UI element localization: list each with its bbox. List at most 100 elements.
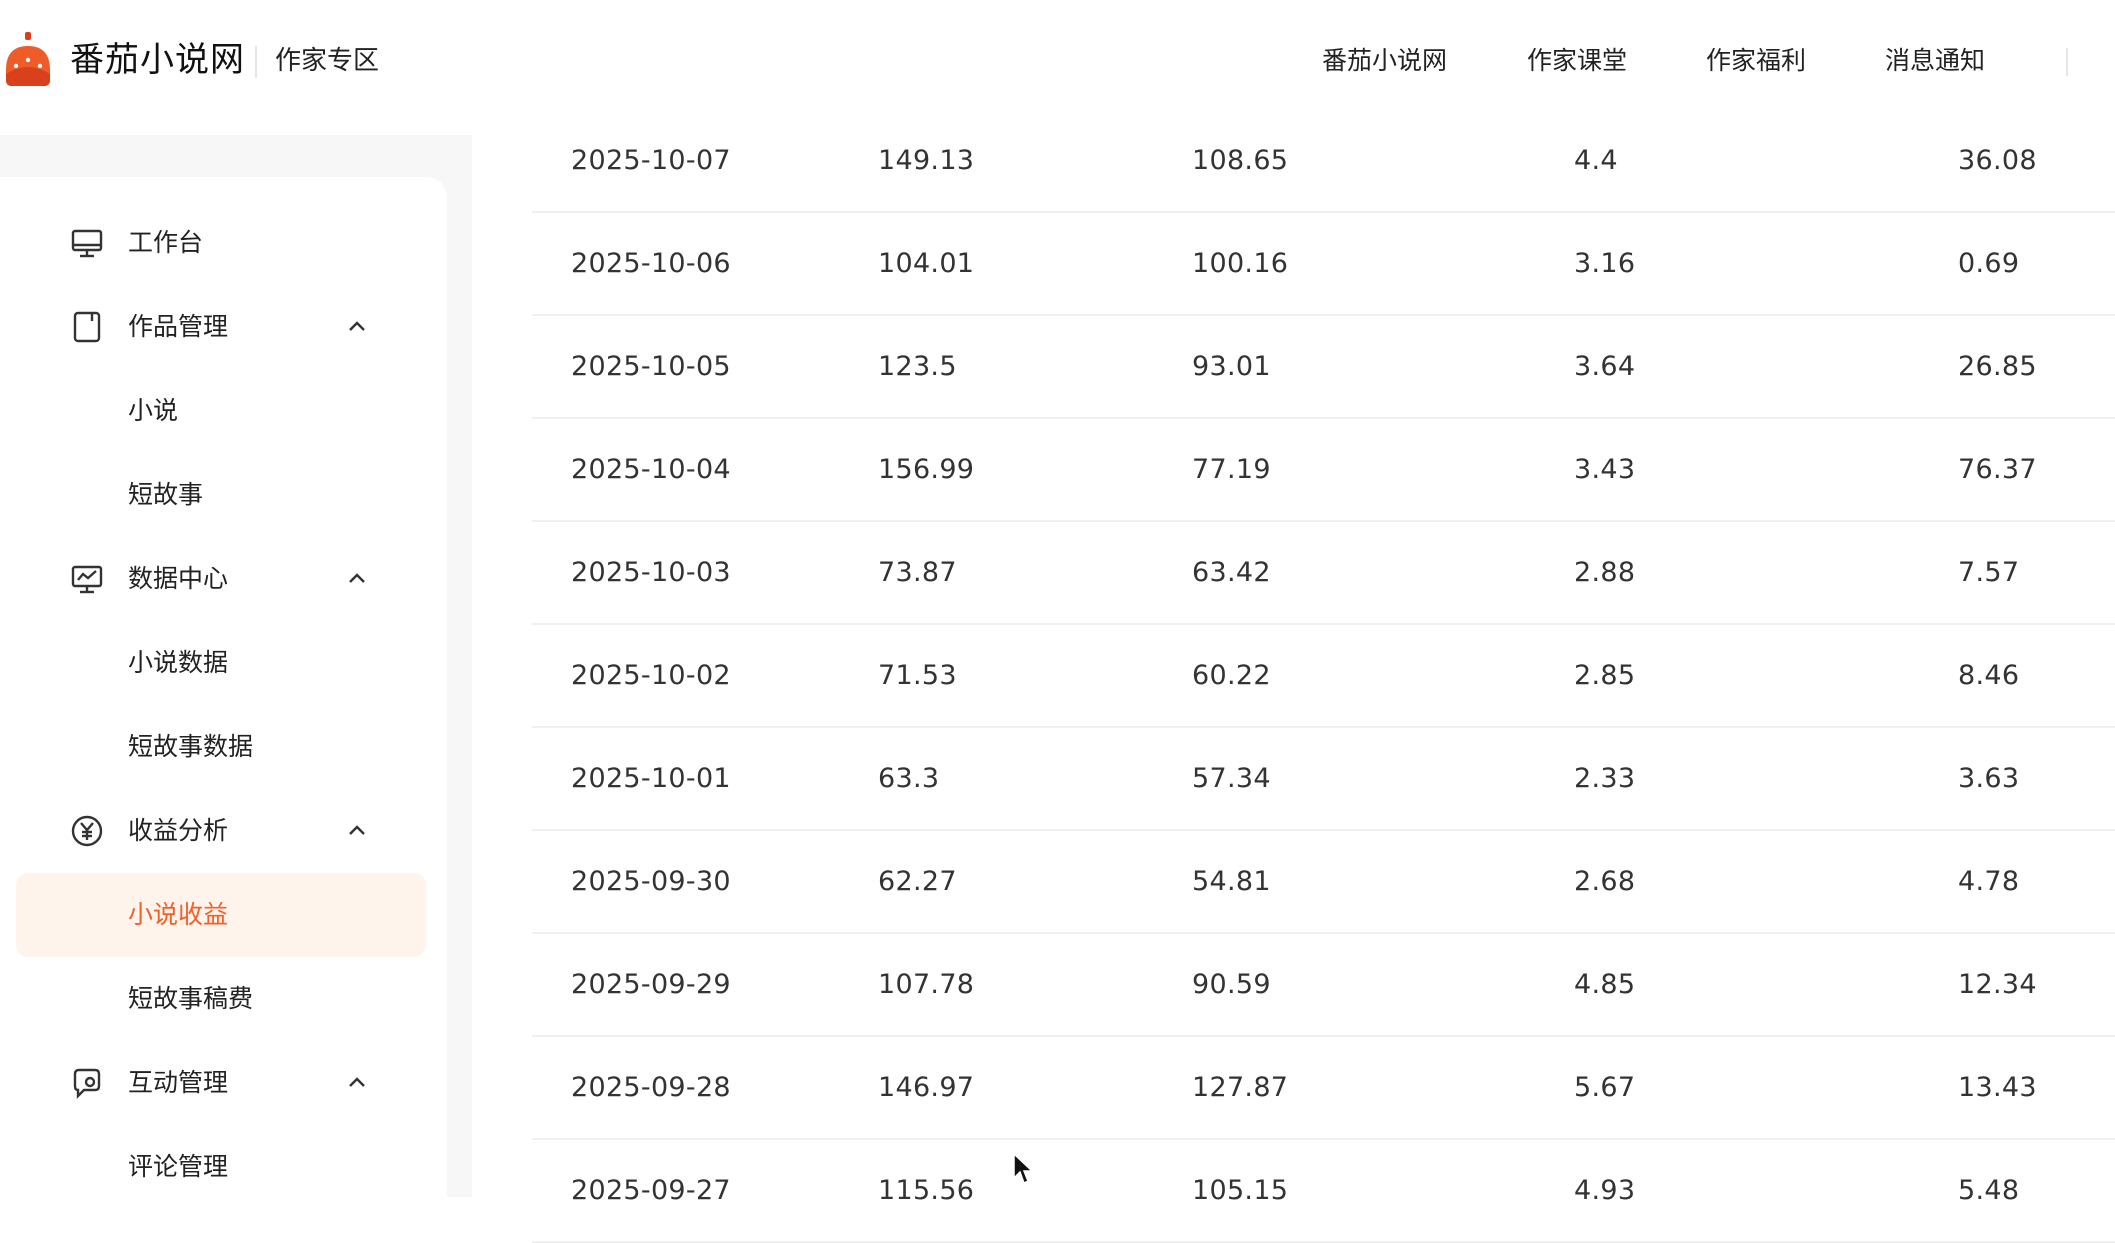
- table-row: 2025-10-03 73.87 63.42 2.88 7.57: [532, 522, 2115, 625]
- table-cell: 3.64: [1574, 351, 1636, 382]
- income-table: 2025-10-07 149.13 108.65 4.4 36.08 2025-10-06…: [532, 110, 2115, 1243]
- sidebar-item-label: 小说: [128, 396, 179, 425]
- table-cell: 105.15: [1192, 1175, 1289, 1206]
- table-cell: 5.48: [1958, 1175, 2020, 1206]
- table-cell: 108.65: [1192, 145, 1289, 176]
- sidebar-item-short-story-fee[interactable]: 短故事稿费: [0, 967, 447, 1031]
- table-cell: 3.16: [1574, 248, 1636, 279]
- brand-section: 作家专区: [275, 46, 380, 76]
- table-cell: 2025-09-27: [571, 1175, 731, 1206]
- table-cell: 3.63: [1958, 763, 2020, 794]
- sidebar-item-label: 短故事: [128, 480, 204, 509]
- table-cell: 2025-10-02: [571, 660, 731, 691]
- table-cell: 60.22: [1192, 660, 1271, 691]
- table-cell: 2.33: [1574, 763, 1636, 794]
- sidebar-item-label: 工作台: [128, 228, 204, 257]
- chevron-up-icon[interactable]: [343, 1069, 371, 1097]
- interaction-icon: [73, 1068, 101, 1099]
- table-cell: 2.85: [1574, 660, 1636, 691]
- table-cell: 2025-10-01: [571, 763, 731, 794]
- table-row: 2025-09-30 62.27 54.81 2.68 4.78: [532, 831, 2115, 934]
- table-cell: 63.42: [1192, 557, 1271, 588]
- sidebar-item-novel-data[interactable]: 小说数据: [0, 631, 447, 695]
- sidebar-item-label: 互动管理: [128, 1068, 229, 1097]
- top-header: 番茄小说网 作家专区 番茄小说网 作家课堂 作家福利 消息通知: [0, 0, 2115, 122]
- table-cell: 0.69: [1958, 248, 2020, 279]
- table-cell: 3.43: [1574, 454, 1636, 485]
- table-cell: 2025-10-05: [571, 351, 731, 382]
- chart-icon: [71, 565, 103, 594]
- mouse-cursor-icon: [1013, 1152, 1034, 1185]
- sidebar-item-label: 小说数据: [128, 648, 229, 677]
- table-cell: 26.85: [1958, 351, 2037, 382]
- table-cell: 13.43: [1958, 1072, 2037, 1103]
- sidebar-item-label: 小说收益: [128, 900, 229, 929]
- sidebar-item-novel[interactable]: 小说: [0, 379, 447, 443]
- table-cell: 149.13: [878, 145, 975, 176]
- table-cell: 77.19: [1192, 454, 1271, 485]
- brand-name[interactable]: 番茄小说网: [70, 38, 245, 82]
- table-cell: 2025-10-07: [571, 145, 731, 176]
- table-cell: 127.87: [1192, 1072, 1289, 1103]
- sidebar-item-workbench[interactable]: 工作台: [0, 211, 447, 275]
- chevron-up-icon[interactable]: [343, 565, 371, 593]
- table-cell: 2.68: [1574, 866, 1636, 897]
- table-cell: 2025-10-04: [571, 454, 731, 485]
- table-row: 2025-10-05 123.5 93.01 3.64 26.85: [532, 316, 2115, 419]
- table-cell: 2025-10-03: [571, 557, 731, 588]
- table-cell: 62.27: [878, 866, 957, 897]
- table-cell: 4.93: [1574, 1175, 1636, 1206]
- sidebar-item-label: 短故事稿费: [128, 984, 254, 1013]
- table-cell: 73.87: [878, 557, 957, 588]
- brand-divider: [255, 46, 257, 78]
- table-cell: 12.34: [1958, 969, 2037, 1000]
- table-row: 2025-09-28 146.97 127.87 5.67 13.43: [532, 1037, 2115, 1140]
- table-cell: 93.01: [1192, 351, 1271, 382]
- sidebar-item-label: 作品管理: [128, 312, 229, 341]
- nav-writer-class[interactable]: 作家课堂: [1527, 44, 1627, 78]
- sidebar-item-works[interactable]: 作品管理: [0, 295, 447, 359]
- book-icon: [73, 311, 101, 343]
- table-cell: 8.46: [1958, 660, 2020, 691]
- table-cell: 4.4: [1574, 145, 1618, 176]
- table-cell: 7.57: [1958, 557, 2020, 588]
- table-cell: 104.01: [878, 248, 975, 279]
- yuan-icon: [71, 815, 103, 847]
- table-cell: 57.34: [1192, 763, 1271, 794]
- table-row: 2025-10-01 63.3 57.34 2.33 3.63: [532, 728, 2115, 831]
- table-cell: 123.5: [878, 351, 957, 382]
- table-cell: 90.59: [1192, 969, 1271, 1000]
- sidebar-item-income-analysis[interactable]: 收益分析: [0, 799, 447, 863]
- chevron-up-icon[interactable]: [343, 817, 371, 845]
- sidebar-item-data-center[interactable]: 数据中心: [0, 547, 447, 611]
- chevron-up-icon[interactable]: [343, 313, 371, 341]
- sidebar-item-label: 短故事数据: [128, 732, 254, 761]
- table-cell: 36.08: [1958, 145, 2037, 176]
- nav-fanqie-home[interactable]: 番茄小说网: [1322, 44, 1447, 78]
- sidebar-item-label: 评论管理: [128, 1152, 229, 1181]
- table-cell: 54.81: [1192, 866, 1271, 897]
- table-cell: 2025-09-28: [571, 1072, 731, 1103]
- nav-divider: [2066, 48, 2068, 76]
- sidebar-item-interaction[interactable]: 互动管理: [0, 1051, 447, 1115]
- table-cell: 156.99: [878, 454, 975, 485]
- table-row: 2025-10-06 104.01 100.16 3.16 0.69: [532, 213, 2115, 316]
- table-row: 2025-09-27 115.56 105.15 4.93 5.48: [532, 1140, 2115, 1243]
- table-cell: 63.3: [878, 763, 940, 794]
- sidebar-item-short-story-data[interactable]: 短故事数据: [0, 715, 447, 779]
- tomato-logo-icon[interactable]: [2, 30, 54, 88]
- nav-writer-welfare[interactable]: 作家福利: [1706, 44, 1806, 78]
- table-cell: 2025-09-29: [571, 969, 731, 1000]
- sidebar-item-novel-income[interactable]: 小说收益: [0, 883, 447, 947]
- sidebar-item-short-story[interactable]: 短故事: [0, 463, 447, 527]
- table-row: 2025-10-04 156.99 77.19 3.43 76.37: [532, 419, 2115, 522]
- table-row: 2025-10-02 71.53 60.22 2.85 8.46: [532, 625, 2115, 728]
- table-cell: 100.16: [1192, 248, 1289, 279]
- sidebar-item-comments[interactable]: 评论管理: [0, 1135, 447, 1199]
- table-row: 2025-09-29 107.78 90.59 4.85 12.34: [532, 934, 2115, 1037]
- table-cell: 2025-09-30: [571, 866, 731, 897]
- nav-notifications[interactable]: 消息通知: [1885, 44, 1985, 78]
- sidebar-item-label: 收益分析: [128, 816, 229, 845]
- table-cell: 5.67: [1574, 1072, 1636, 1103]
- table-cell: 115.56: [878, 1175, 975, 1206]
